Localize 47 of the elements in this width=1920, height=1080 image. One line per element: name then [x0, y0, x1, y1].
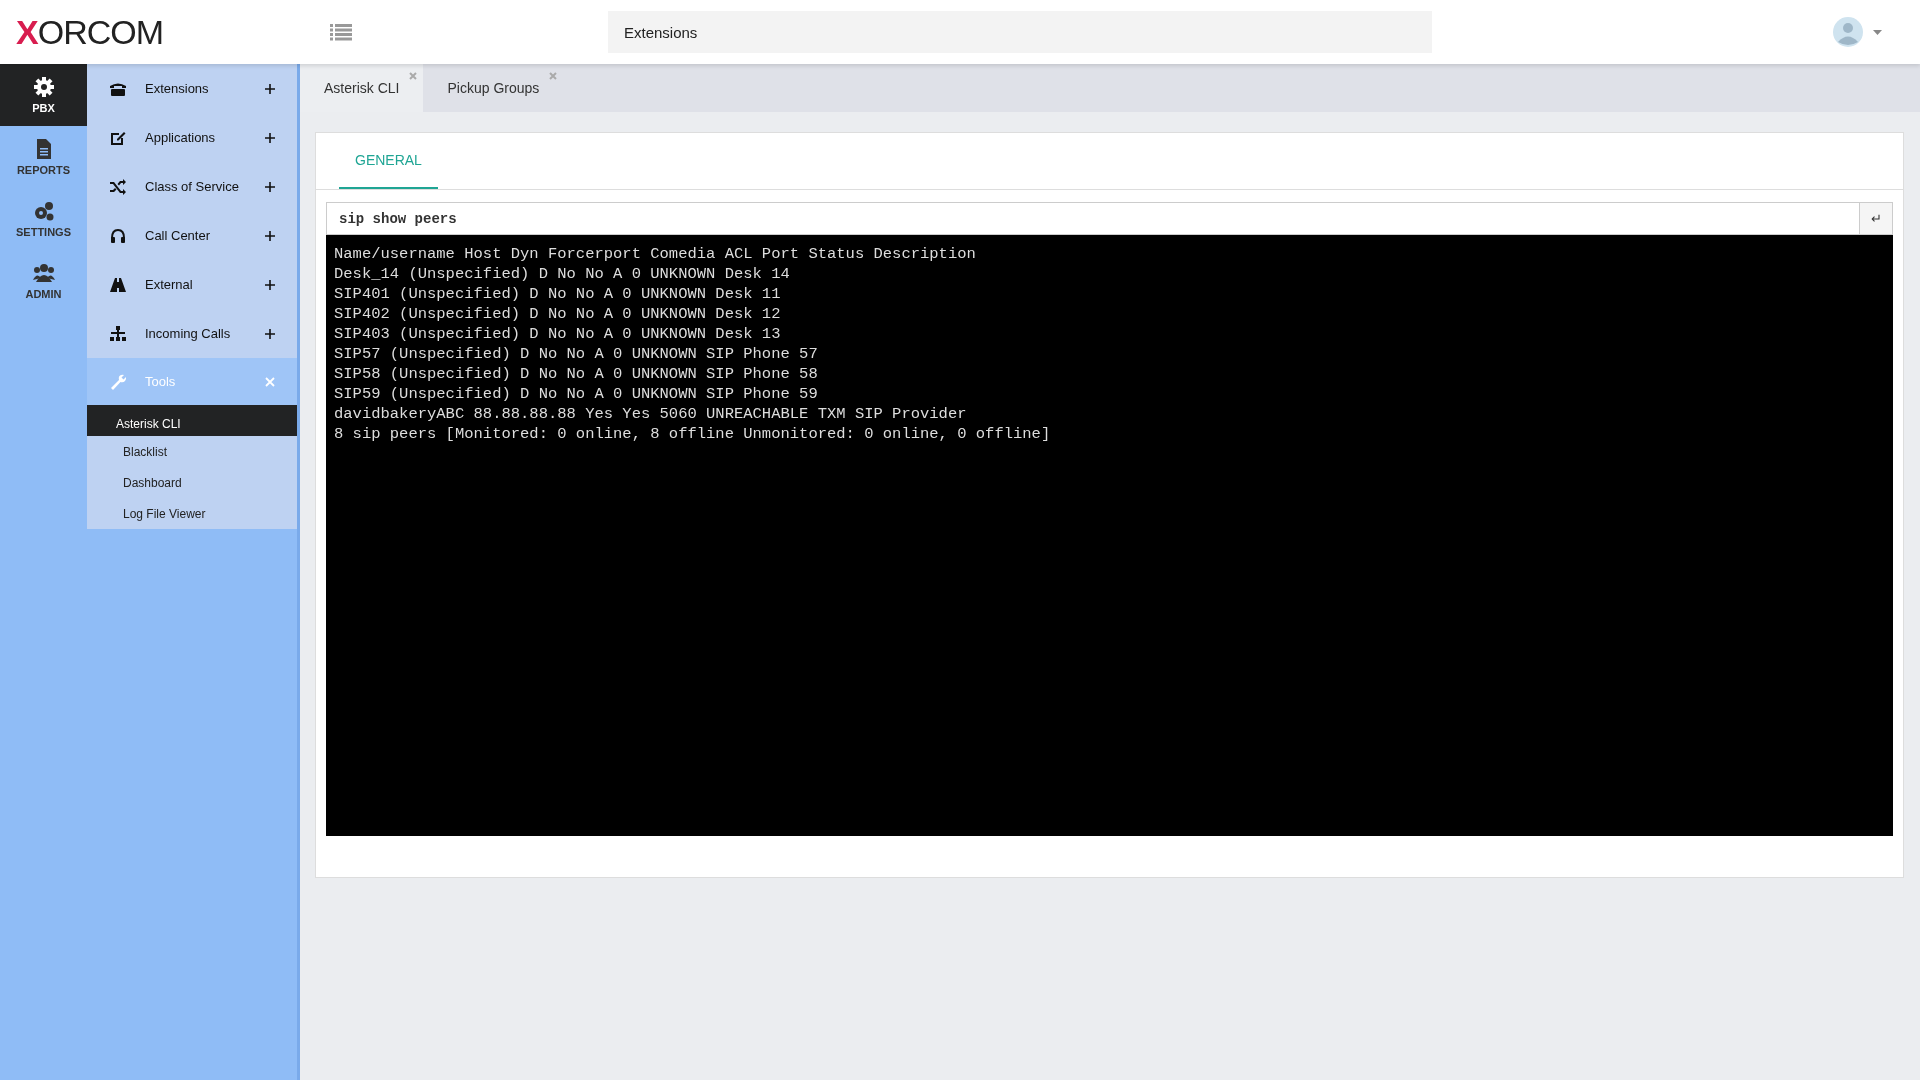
menu-item[interactable]: Class of Service: [87, 162, 297, 211]
menu-item[interactable]: Applications: [87, 113, 297, 162]
rail-item[interactable]: ADMIN: [0, 250, 87, 312]
submenu-item[interactable]: Dashboard: [87, 467, 297, 498]
console-line: SIP401 (Unspecified) D No No A 0 UNKNOWN Desk 11: [334, 284, 782, 304]
plus-icon[interactable]: [265, 132, 275, 143]
console-line: Name/username Host Dyn Forcerport Comedia ACL Port Status Description: [334, 244, 977, 264]
page-title: Extensions: [624, 23, 698, 41]
submenu-item[interactable]: Log File Viewer: [87, 498, 297, 529]
console-line: SIP58 (Unspecified) D No No A 0 UNKNOWN SIP Phone 58: [334, 364, 819, 384]
shuffle-icon: [109, 178, 127, 195]
plus-icon[interactable]: [265, 230, 275, 241]
menu-item[interactable]: External: [87, 260, 297, 309]
console-line: SIP402 (Unspecified) D No No A 0 UNKNOWN Desk 12: [334, 304, 782, 324]
edit-icon: [109, 129, 127, 146]
rail-item[interactable]: REPORTS: [0, 126, 87, 188]
submenu-item[interactable]: Asterisk CLI: [87, 405, 297, 436]
plus-icon[interactable]: [265, 328, 275, 339]
gears-icon: [32, 200, 55, 222]
console-line: davidbakeryABC 88.88.88.88 Yes Yes 5060 UNREACHABLE TXM SIP Provider: [334, 404, 968, 424]
plus-icon[interactable]: [265, 83, 275, 94]
plus-icon[interactable]: [265, 279, 275, 290]
users-icon: [32, 262, 55, 284]
wrench-icon: [109, 373, 127, 390]
sitemap-icon: [109, 325, 127, 342]
console-line: SIP57 (Unspecified) D No No A 0 UNKNOWN SIP Phone 57: [334, 344, 819, 364]
caret-icon[interactable]: [1873, 29, 1882, 35]
submenu-item[interactable]: Blacklist: [87, 436, 297, 467]
menu-icon[interactable]: [330, 23, 352, 41]
console-line: 8 sip peers [Monitored: 0 online, 8 offline Unmonitored: 0 online, 0 offline]: [334, 424, 1052, 444]
submit-button[interactable]: ↵: [1860, 202, 1893, 235]
rail-item[interactable]: SETTINGS: [0, 188, 87, 250]
gear-icon: [32, 76, 55, 98]
plus-icon[interactable]: [265, 181, 275, 192]
rail-item[interactable]: PBX: [0, 64, 87, 126]
tab[interactable]: Asterisk CLI: [300, 64, 424, 112]
tab[interactable]: Pickup Groups: [423, 64, 564, 112]
console-line: SIP403 (Unspecified) D No No A 0 UNKNOWN Desk 13: [334, 324, 782, 344]
menu-item[interactable]: Extensions: [87, 64, 297, 113]
logo: XORCOM: [16, 12, 163, 51]
headset-icon: [109, 227, 127, 244]
command-field[interactable]: sip show peers: [326, 202, 1860, 235]
console-line: Desk_14 (Unspecified) D No No A 0 UNKNOWN Desk 14: [334, 264, 791, 284]
menu-item[interactable]: Call Center: [87, 211, 297, 260]
console-line: SIP59 (Unspecified) D No No A 0 UNKNOWN SIP Phone 59: [334, 384, 819, 404]
road-icon: [109, 276, 127, 293]
menu-item[interactable]: Incoming Calls: [87, 309, 297, 358]
